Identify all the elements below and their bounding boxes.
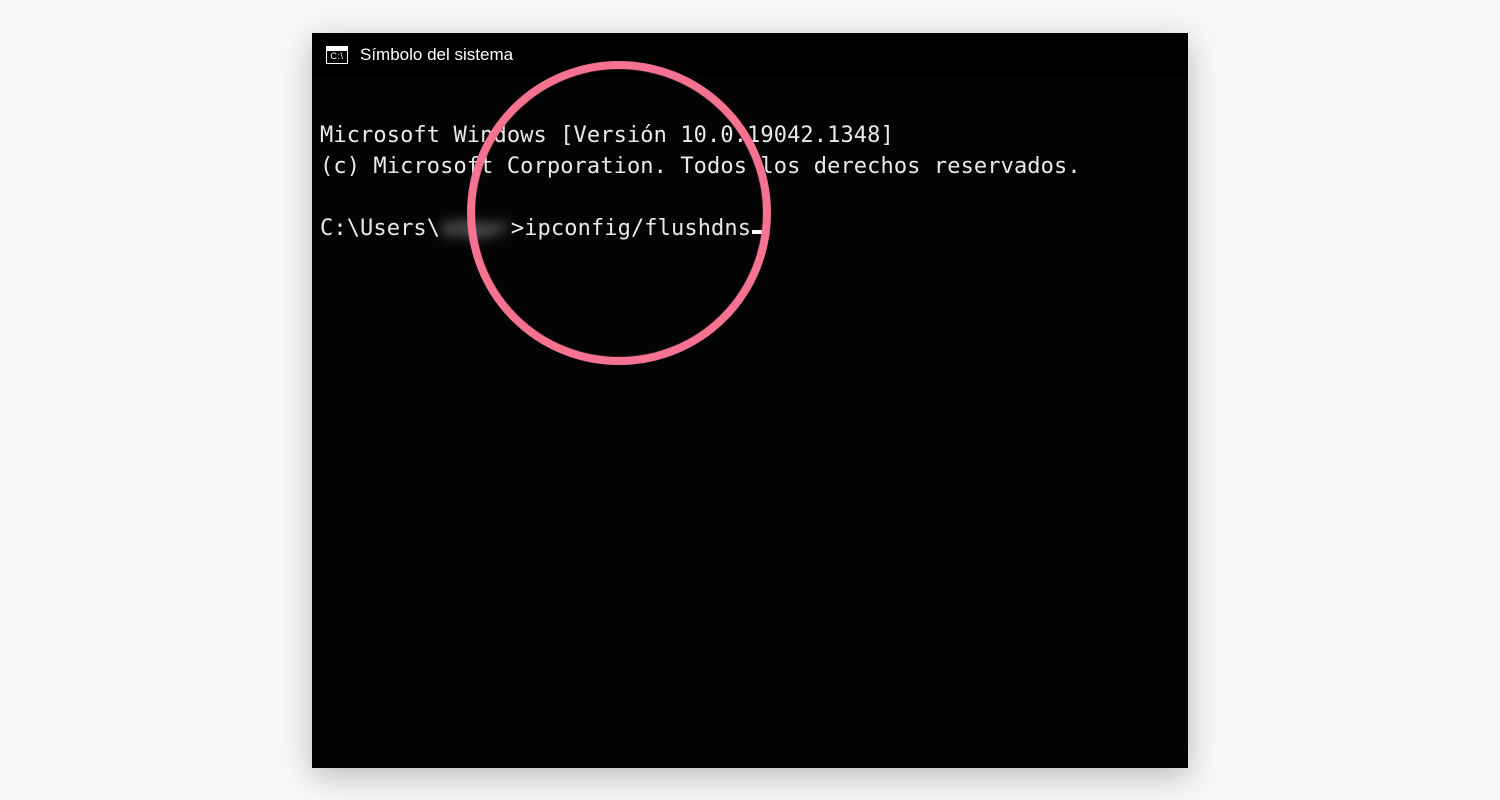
window-title: Símbolo del sistema [360,45,513,65]
typed-command[interactable]: ipconfig/flushdns [524,213,751,244]
page-stage: C:\ Símbolo del sistema Microsoft Window… [0,0,1500,800]
window-title-bar[interactable]: C:\ Símbolo del sistema [312,33,1188,77]
prompt-suffix: > [511,213,524,244]
prompt-line[interactable]: C:\Users\edgar>ipconfig/flushdns [320,213,1180,244]
terminal-output[interactable]: Microsoft Windows [Versión 10.0.19042.13… [312,77,1188,316]
copyright-line: (c) Microsoft Corporation. Todos los der… [320,154,1081,179]
prompt-username-blurred: edgar [442,213,509,244]
version-line: Microsoft Windows [Versión 10.0.19042.13… [320,123,894,148]
text-cursor [752,230,765,234]
command-prompt-icon: C:\ [326,46,348,64]
command-prompt-window[interactable]: C:\ Símbolo del sistema Microsoft Window… [312,33,1188,768]
prompt-path-prefix: C:\Users\ [320,213,440,244]
